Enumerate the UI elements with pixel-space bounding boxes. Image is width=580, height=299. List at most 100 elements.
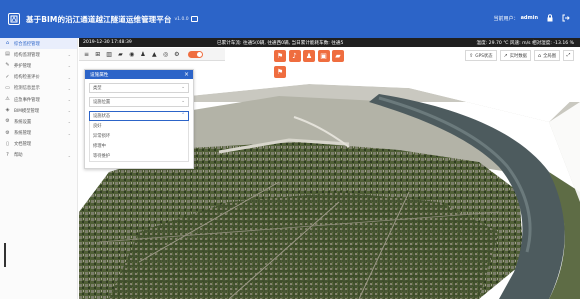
info-bar: 2019-12-30 17:48:39 已累计车流: 往通5(0辆, 往通西0辆… — [79, 38, 580, 47]
map-area[interactable]: 2019-12-30 17:48:39 已累计车流: 往通5(0辆, 往通西0辆… — [79, 38, 580, 299]
overview-label: 全局图 — [543, 53, 556, 59]
window-icon[interactable] — [190, 16, 198, 22]
sidebar-item[interactable]: ✓ 结构检查评价 ⌄ — [0, 72, 77, 83]
sidebar-item-label: 系统设置 — [14, 119, 32, 125]
status-option[interactable]: 良好 — [90, 121, 188, 131]
sidebar-item[interactable]: ✎ 养护管理 ⌄ — [0, 60, 77, 71]
chevron-down-icon: ⌄ — [67, 152, 71, 158]
close-icon[interactable]: × — [184, 71, 189, 78]
sidebar-item-label: 文档管理 — [14, 142, 32, 148]
building-icon[interactable]: ▥ — [105, 50, 114, 59]
chevron-down-icon: ⌄ — [67, 96, 71, 102]
cube-icon: ◈ — [5, 107, 10, 114]
type-select[interactable]: 类型 ⌄ — [89, 83, 189, 93]
status-option[interactable]: 异常损坏 — [90, 131, 188, 141]
status-option[interactable]: 等待维护 — [90, 151, 188, 161]
sidebar-item[interactable]: ⚙ 系统设置 ⌄ — [0, 116, 77, 127]
logo-icon — [8, 13, 20, 25]
sign-filter-button[interactable]: ⚑ — [274, 50, 286, 62]
home-icon: ⌂ — [537, 52, 542, 59]
help-icon: ? — [6, 151, 9, 158]
chart-icon: ▤ — [5, 51, 10, 58]
sidebar-item-label: 应急事件管理 — [14, 97, 40, 103]
layer-toggle[interactable] — [187, 50, 203, 58]
chevron-down-icon: ⌄ — [67, 63, 71, 69]
chevron-up-icon: ⌃ — [181, 113, 185, 118]
car-filter-button[interactable]: ▣ — [317, 50, 330, 62]
chevron-down-icon: ⌄ — [67, 119, 71, 125]
user-area: 当前用户： admin — [494, 14, 570, 22]
truck-icon[interactable]: ▰ — [116, 50, 125, 59]
sign-filter-button[interactable]: ⚑ — [274, 66, 286, 78]
settings-icon: ⚙ — [5, 129, 10, 136]
scroll-indicator[interactable] — [4, 243, 6, 267]
sidebar-item-label: 养护管理 — [14, 63, 32, 69]
sidebar-item-label: 结构监测管理 — [14, 52, 40, 58]
truck-filter-button[interactable]: ▰ — [332, 50, 344, 62]
sidebar-item[interactable]: ⚙ 系统管理 ⌄ — [0, 128, 77, 139]
sidebar-item-label: 帮助 — [14, 153, 23, 159]
status-option[interactable]: 修理中 — [90, 141, 188, 151]
realtime-data-label: 实时数据 — [509, 53, 527, 59]
status-select[interactable]: 设施状态 ⌃ — [89, 111, 189, 121]
location-select-value: 设施位置 — [93, 100, 111, 105]
weather-readout: 温度: 29.70 ℃ 风速: m/s 相对湿度: -13.16 % — [476, 40, 574, 46]
chevron-down-icon: ⌄ — [67, 85, 71, 91]
road-icon[interactable]: ⊞ — [93, 50, 102, 59]
traffic-stats: 已累计车流: 往通5(0辆, 往通西0辆, 当日累计能耗车数: 往通5 — [217, 40, 344, 46]
document-icon: ▯ — [6, 140, 9, 147]
monitor-icon: ▭ — [5, 84, 10, 91]
chart-line-icon: ↗ — [503, 52, 508, 59]
camera-icon[interactable]: ◉ — [127, 50, 136, 59]
map-toolbar: ≡ ⊞ ▥ ▰ ◉ ♟ ▲ ◎ ⚙ — [79, 48, 225, 61]
lock-icon[interactable] — [546, 14, 554, 22]
chevron-down-icon: ⌄ — [67, 108, 71, 114]
app-title: 基于BIM的沿江通道越江隧道运维管理平台 — [26, 14, 172, 24]
sidebar-item[interactable]: ▯ 文档管理 — [0, 139, 77, 150]
target-icon[interactable]: ◎ — [161, 50, 170, 59]
fullscreen-icon: ⤢ — [566, 53, 571, 58]
chevron-down-icon: ⌄ — [67, 74, 71, 80]
settings-icon[interactable]: ⚙ — [172, 50, 181, 59]
sidebar-item[interactable]: ⌂ 综合监控管理 — [0, 38, 77, 50]
type-select-value: 类型 — [93, 86, 102, 91]
current-user-label: 当前用户： — [493, 15, 519, 22]
sidebar-item-label: 检测信息显示 — [14, 86, 40, 92]
home-icon: ⌂ — [5, 40, 10, 47]
status-select-value: 设施状态 — [93, 114, 111, 119]
person-icon[interactable]: ♟ — [138, 50, 147, 59]
layers-icon[interactable]: ≡ — [82, 50, 91, 59]
sidebar-item-label: BIM模型管理 — [14, 108, 40, 114]
sidebar-item[interactable]: ▤ 结构监测管理 ⌄ — [0, 49, 77, 60]
upload-icon: ⇪ — [469, 52, 474, 59]
top-header: 基于BIM的沿江通道越江隧道运维管理平台 v1.0.0 当前用户： admin — [0, 0, 580, 38]
chevron-down-icon: ⌄ — [67, 130, 71, 136]
wrench-icon: ✎ — [5, 62, 10, 69]
fullscreen-button[interactable]: ⤢ — [563, 50, 574, 61]
current-user-name[interactable]: admin — [521, 15, 538, 21]
person-filter-button[interactable]: ♟ — [303, 50, 315, 62]
app-root: 基于BIM的沿江通道越江隧道运维管理平台 v1.0.0 当前用户： admin … — [0, 0, 580, 299]
app-version: v1.0.0 — [174, 16, 189, 22]
sidebar-item-label: 综合监控管理 — [14, 41, 40, 47]
status-dropdown: 良好 异常损坏 修理中 等待维护 — [89, 121, 189, 162]
sidebar-item[interactable]: ? 帮助 ⌄ — [0, 150, 77, 161]
gear-icon: ⚙ — [5, 118, 10, 125]
sidebar-item[interactable]: ▭ 检测信息显示 ⌄ — [0, 83, 77, 94]
facility-attribute-panel: 设施属性 × 类型 ⌄ 设施位置 ⌄ 设施状态 ⌃ 良好 异常损坏 修理中 等待维护 — [84, 69, 194, 169]
sidebar-item[interactable]: ◈ BIM模型管理 ⌄ — [0, 105, 77, 116]
warning-icon[interactable]: ▲ — [150, 50, 159, 59]
gps-status-button[interactable]: ⇪ GPS状态 — [465, 50, 497, 61]
datetime: 2019-12-30 17:48:39 — [83, 40, 132, 45]
location-select[interactable]: 设施位置 ⌄ — [89, 97, 189, 107]
check-icon: ✓ — [5, 73, 10, 80]
alert-icon: ⚠ — [5, 96, 10, 103]
signal-filter-button[interactable]: ♪ — [288, 50, 301, 62]
sidebar-item[interactable]: ⚠ 应急事件管理 ⌄ — [0, 94, 77, 105]
logout-icon[interactable] — [562, 14, 570, 22]
chevron-down-icon: ⌄ — [181, 85, 185, 90]
realtime-data-button[interactable]: ↗ 实时数据 — [499, 50, 531, 61]
gps-status-label: GPS状态 — [475, 53, 493, 59]
chevron-down-icon: ⌄ — [67, 52, 71, 58]
overview-button[interactable]: ⌂ 全局图 — [533, 50, 560, 61]
